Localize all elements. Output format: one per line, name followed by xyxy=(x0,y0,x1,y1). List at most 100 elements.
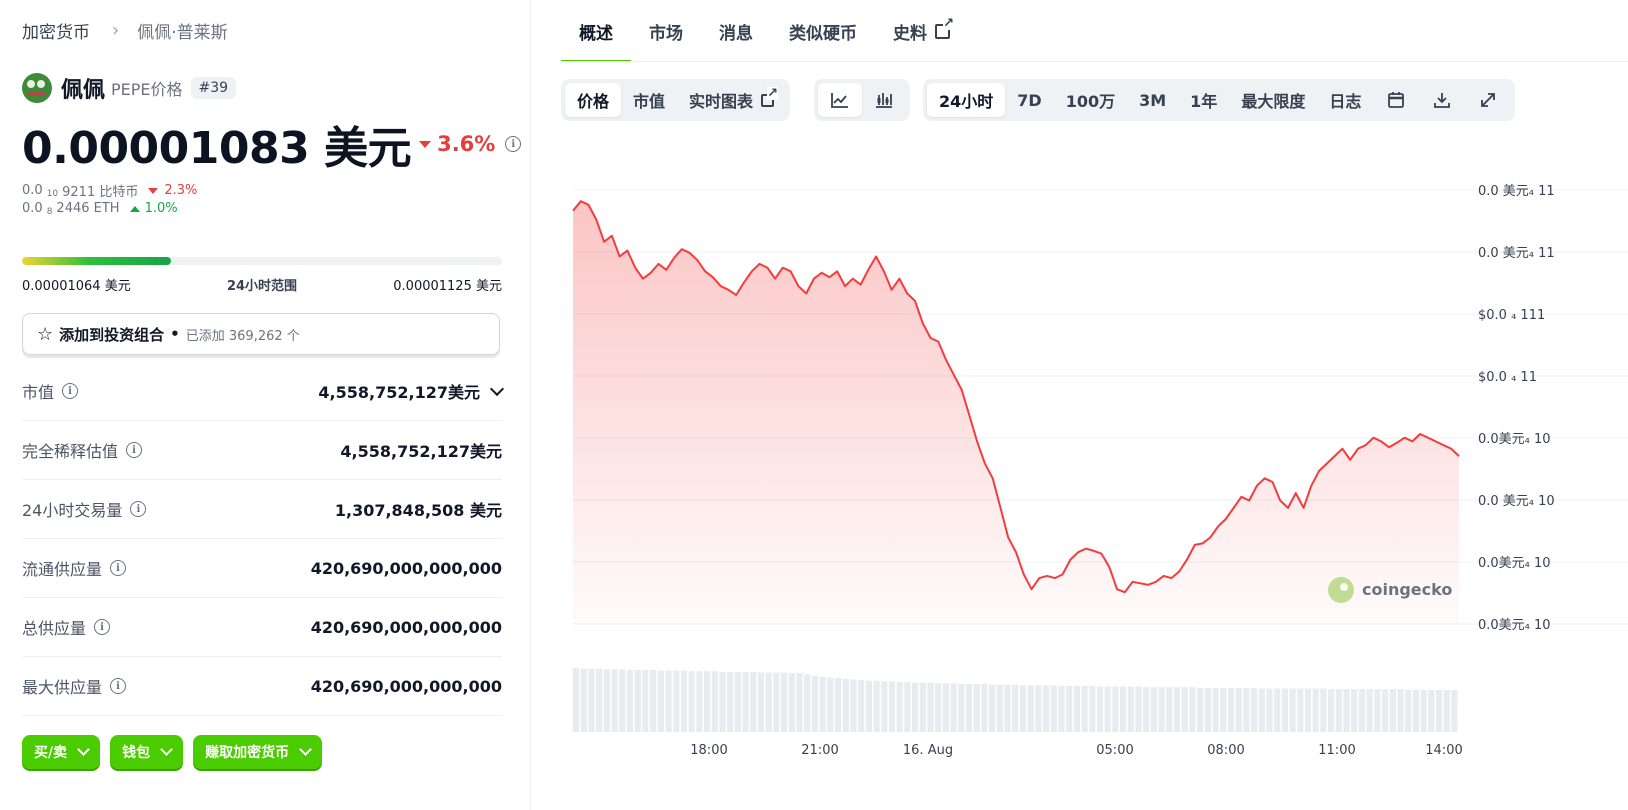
volume-bar xyxy=(1281,688,1288,732)
volume-bar xyxy=(1158,687,1165,732)
stat-value: 4,558,752,127美元 xyxy=(340,442,502,461)
buy-sell-button[interactable]: 买/卖 xyxy=(22,735,101,769)
chevron-down-icon xyxy=(160,743,173,756)
range-24h-button[interactable]: 24小时 xyxy=(927,83,1006,117)
x-tick-label: 08:00 xyxy=(1207,743,1244,758)
expand-icon xyxy=(1481,93,1496,107)
info-icon[interactable]: i xyxy=(110,560,127,576)
volume-bar xyxy=(1435,689,1443,732)
volume-bar xyxy=(1012,684,1019,732)
volume-bar xyxy=(711,671,718,732)
volume-bar xyxy=(588,668,595,732)
earn-crypto-button[interactable]: 赚取加密货币 xyxy=(193,735,323,769)
volume-bar xyxy=(1120,686,1127,732)
volume-bar xyxy=(989,684,996,732)
range-label: 24小时范围 xyxy=(226,279,298,294)
info-icon[interactable]: i xyxy=(94,619,111,635)
pepe-logo-icon xyxy=(22,73,52,103)
info-icon[interactable]: i xyxy=(126,442,143,458)
eth-price-row: 0.0 8 2446 ETH 1.0% xyxy=(22,201,178,217)
range-1m-button[interactable]: 100万 xyxy=(1054,83,1127,117)
candlestick-icon xyxy=(876,93,892,108)
tab-markets[interactable]: 市场 xyxy=(631,0,701,62)
live-chart-button[interactable]: 实时图表 xyxy=(677,83,786,117)
volume-bar xyxy=(619,669,626,732)
coingecko-logo-eye xyxy=(1340,583,1348,591)
stat-label: 市值 xyxy=(22,383,55,402)
add-to-portfolio-button[interactable]: ☆ 添加到投资组合 • 已添加 369,262 个 xyxy=(22,313,500,355)
stat-row-market-cap: 市值 i 4,558,752,127美元 xyxy=(22,362,505,421)
info-icon[interactable]: i xyxy=(130,501,147,517)
watermark-text: coingecko xyxy=(1362,580,1452,599)
eth-change-value: 1.0% xyxy=(144,201,178,216)
volume-bar xyxy=(1405,689,1412,732)
volume-bar xyxy=(935,683,942,732)
volume-bar xyxy=(1304,688,1312,732)
tab-history[interactable]: 史料 xyxy=(875,0,968,62)
down-arrow-icon xyxy=(148,187,159,194)
wallet-button[interactable]: 钱包 xyxy=(110,735,184,769)
volume-bar xyxy=(1112,686,1119,732)
volume-bar xyxy=(1328,689,1335,732)
coin-symbol-label: PEPE价格 xyxy=(111,80,183,99)
volume-bar xyxy=(1343,689,1350,732)
calendar-button[interactable] xyxy=(1373,83,1419,117)
volume-bar xyxy=(1143,687,1150,732)
volume-bar xyxy=(796,673,803,732)
tab-overview[interactable]: 概述 xyxy=(561,0,631,62)
volume-bar xyxy=(865,680,872,732)
volume-bar xyxy=(950,683,957,732)
volume-bar xyxy=(1266,688,1273,732)
volume-bar xyxy=(927,682,934,732)
download-button[interactable] xyxy=(1419,83,1465,117)
stat-row-total-supply: 总供应量 i 420,690,000,000,000 xyxy=(22,598,502,657)
price-chart-button[interactable]: 价格 xyxy=(565,83,622,117)
price-chart[interactable]: 0.0 美元₄ 11 0.0 美元₄ 11 $0.0 ₄ 111 $0.0 ₄ 11 0… xyxy=(531,130,1628,810)
stat-row-circulating-supply: 流通供应量 i 420,690,000,000,000 xyxy=(22,539,502,598)
volume-bar xyxy=(1212,687,1219,732)
range-3m-button[interactable]: 3M xyxy=(1127,83,1178,117)
breadcrumb-root-link[interactable]: 加密货币 xyxy=(22,18,90,43)
market-cap-dropdown[interactable]: 4,558,752,127美元 xyxy=(318,379,505,403)
volume-bar xyxy=(1312,688,1319,732)
down-arrow-icon xyxy=(419,140,432,148)
volume-bar xyxy=(788,673,795,732)
coin-info-panel: 加密货币 › 佩佩·普莱斯 佩佩 PEPE价格 #39 0.00001083 美… xyxy=(0,0,530,810)
stat-row-volume: 24小时交易量 i 1,307,848,508 美元 xyxy=(22,480,502,539)
info-icon[interactable]: i xyxy=(110,678,127,694)
tab-similar-coins[interactable]: 类似硬币 xyxy=(771,0,875,62)
range-max-button[interactable]: 最大限度 xyxy=(1229,83,1317,117)
stat-label: 最大供应量 xyxy=(22,678,103,697)
line-chart-button[interactable] xyxy=(818,83,862,117)
time-range-toggle: 24小时 7D 100万 3M 1年 最大限度 日志 xyxy=(923,79,1516,121)
price-change-value: 3.6% xyxy=(437,132,496,156)
range-bar xyxy=(22,257,502,265)
chart-type-toggle: 价格 市值 实时图表 xyxy=(561,79,791,121)
volume-bar xyxy=(1066,685,1073,732)
fullscreen-button[interactable] xyxy=(1465,83,1511,117)
chart-style-toggle xyxy=(814,79,910,121)
range-7d-button[interactable]: 7D xyxy=(1005,83,1053,117)
tab-news[interactable]: 消息 xyxy=(701,0,771,62)
info-icon[interactable]: i xyxy=(62,383,79,399)
volume-bar xyxy=(1173,687,1181,732)
y-tick-label: 0.0 美元₄ 11 xyxy=(1478,246,1555,261)
chevron-down-icon xyxy=(299,743,312,756)
volume-bar xyxy=(1443,689,1450,732)
market-cap-chart-button[interactable]: 市值 xyxy=(621,83,677,117)
range-1y-button[interactable]: 1年 xyxy=(1178,83,1229,117)
volume-bar xyxy=(734,671,741,732)
info-icon[interactable]: i xyxy=(505,136,522,152)
volume-bar xyxy=(1220,687,1227,732)
candlestick-chart-button[interactable] xyxy=(862,83,906,117)
coingecko-logo-icon xyxy=(1328,577,1354,603)
live-chart-label: 实时图表 xyxy=(689,92,754,111)
y-axis-labels: 0.0 美元₄ 11 0.0 美元₄ 11 $0.0 ₄ 111 $0.0 ₄ 11 0… xyxy=(1478,184,1555,633)
volume-bar xyxy=(1366,689,1373,732)
volume-bar xyxy=(650,669,657,732)
log-scale-button[interactable]: 日志 xyxy=(1317,83,1373,117)
volume-bar xyxy=(1397,689,1404,732)
rank-badge: #39 xyxy=(190,77,237,99)
volume-bar xyxy=(1451,689,1458,732)
price-area-fill xyxy=(573,201,1459,624)
